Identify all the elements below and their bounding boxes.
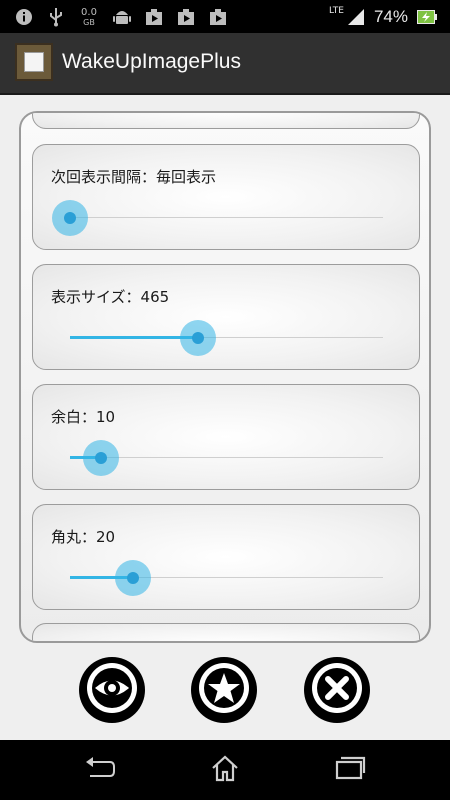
home-button[interactable]	[208, 754, 242, 786]
signal-icon	[346, 7, 366, 27]
play-store-icon	[176, 7, 196, 27]
setting-card-margin: 余白：10	[32, 384, 420, 490]
close-icon	[304, 655, 370, 725]
play-store-icon	[208, 7, 228, 27]
recents-button[interactable]	[333, 754, 367, 786]
android-icon	[112, 7, 132, 27]
play-store-icon	[144, 7, 164, 27]
slider-fill	[70, 336, 199, 339]
action-bar: WakeUpImagePlus	[0, 33, 450, 95]
card-peek-top	[32, 113, 420, 129]
network-type: LTE	[329, 6, 344, 16]
setting-card-corner-radius: 角丸：20	[32, 504, 420, 610]
setting-label: 次回表示間隔：毎回表示	[51, 168, 217, 186]
status-icons-left: 0.0 GB	[14, 6, 228, 28]
slider-track[interactable]	[70, 217, 383, 218]
star-icon	[191, 655, 257, 725]
status-bar: 0.0 GB LTE 74%	[0, 0, 450, 33]
data-speed-top: 0.0	[81, 6, 97, 18]
info-icon	[14, 7, 34, 27]
status-icons-right: LTE 74%	[329, 5, 438, 29]
app-title: WakeUpImagePlus	[62, 50, 241, 73]
setting-card-display-size: 表示サイズ：465	[32, 264, 420, 370]
settings-scroll-list[interactable]: 次回表示間隔：毎回表示 表示サイズ：465 余白：10 角丸：20	[19, 111, 431, 643]
favorite-button[interactable]	[191, 657, 257, 723]
card-peek-bottom	[32, 623, 420, 641]
setting-label: 余白：10	[51, 408, 116, 426]
setting-card-next-interval: 次回表示間隔：毎回表示	[32, 144, 420, 250]
home-icon	[210, 754, 240, 786]
setting-label: 角丸：20	[51, 528, 116, 546]
setting-label: 表示サイズ：465	[51, 288, 170, 306]
back-icon	[84, 756, 116, 784]
usb-icon	[46, 7, 66, 27]
eye-icon	[79, 655, 145, 725]
slider-thumb[interactable]	[64, 212, 76, 224]
data-speed-icon: 0.0 GB	[78, 7, 100, 27]
recents-icon	[334, 755, 366, 785]
back-button[interactable]	[83, 754, 117, 786]
battery-charging-icon	[416, 7, 438, 27]
data-speed-unit: GB	[83, 17, 95, 27]
close-button[interactable]	[304, 657, 370, 723]
battery-percent: 74%	[373, 7, 408, 26]
navigation-bar	[0, 740, 450, 800]
preview-button[interactable]	[79, 657, 145, 723]
picture-frame-icon[interactable]	[15, 43, 53, 81]
slider-thumb[interactable]	[126, 572, 139, 584]
settings-screen: 次回表示間隔：毎回表示 表示サイズ：465 余白：10 角丸：20	[0, 95, 450, 740]
